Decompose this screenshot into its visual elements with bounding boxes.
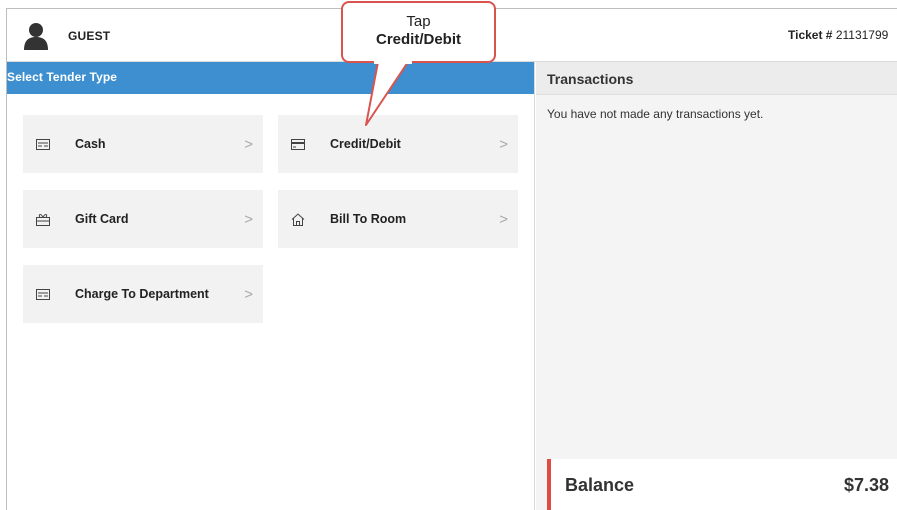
- ticket-prefix: Ticket #: [788, 28, 833, 42]
- chevron-right-icon: >: [499, 135, 508, 153]
- tender-credit-debit-label: Credit/Debit: [330, 137, 401, 151]
- chevron-right-icon: >: [499, 210, 508, 228]
- chevron-right-icon: >: [244, 285, 253, 303]
- tender-panel-title: Select Tender Type: [7, 62, 534, 94]
- ticket-number: Ticket # 21131799: [788, 28, 897, 42]
- chevron-right-icon: >: [244, 210, 253, 228]
- pos-window: GUEST Ticket # 21131799 Select Tender Ty…: [6, 8, 897, 510]
- transactions-panel: Transactions You have not made any trans…: [536, 62, 897, 510]
- gift-card-icon: [35, 212, 51, 226]
- tender-bill-to-room-button[interactable]: Bill To Room >: [278, 190, 518, 248]
- balance-bar: Balance $7.38: [547, 459, 897, 510]
- tender-bill-to-room-label: Bill To Room: [330, 212, 407, 226]
- chevron-right-icon: >: [244, 135, 253, 153]
- tender-cash-label: Cash: [75, 137, 106, 151]
- tender-charge-to-department-button[interactable]: Charge To Department >: [23, 265, 263, 323]
- user-label: GUEST: [68, 29, 111, 43]
- transactions-empty-message: You have not made any transactions yet.: [547, 107, 764, 121]
- balance-label: Balance: [565, 474, 635, 495]
- tender-cash-button[interactable]: Cash >: [23, 115, 263, 173]
- cash-icon: [35, 137, 51, 151]
- tender-panel: Select Tender Type Cash > Credit/Debit >…: [7, 62, 535, 510]
- ticket-value: 21131799: [835, 28, 889, 42]
- transactions-title: Transactions: [536, 62, 897, 95]
- instruction-callout: Tap Credit/Debit: [341, 1, 496, 63]
- department-card-icon: [35, 287, 51, 301]
- credit-card-icon: [290, 137, 306, 151]
- home-icon: [290, 212, 306, 226]
- user-avatar-icon: [24, 23, 48, 50]
- callout-line-1: Tap: [406, 13, 431, 30]
- callout-line-2: Credit/Debit: [375, 31, 461, 48]
- callout-pointer-icon: [365, 60, 412, 126]
- tender-charge-to-department-label: Charge To Department: [75, 287, 209, 301]
- balance-value: $7.38: [843, 474, 889, 495]
- tender-gift-card-label: Gift Card: [75, 212, 129, 226]
- tender-gift-card-button[interactable]: Gift Card >: [23, 190, 263, 248]
